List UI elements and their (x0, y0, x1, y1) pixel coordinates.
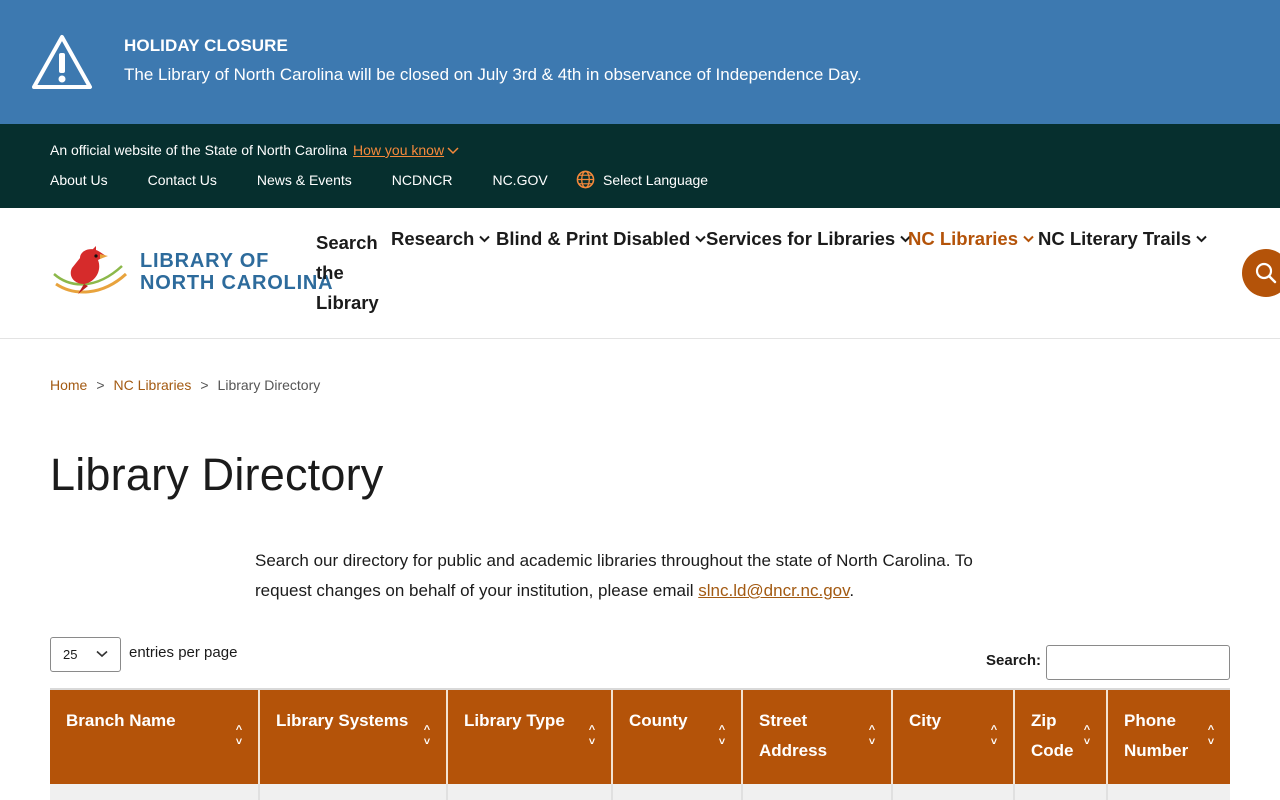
column-label: Phone Number (1124, 711, 1189, 760)
breadcrumb: Home > NC Libraries > Library Directory (50, 377, 320, 393)
entries-label: entries per page (129, 644, 238, 661)
logo-line-1: LIBRARY OF (140, 250, 270, 272)
entries-value: 25 (63, 647, 78, 662)
news-events-link[interactable]: News & Events (257, 172, 352, 188)
logo-text: LIBRARY OF NORTH CAROLINA (140, 250, 333, 294)
chevron-down-icon (1023, 235, 1034, 243)
column-branch-name[interactable]: Branch Name ^ ˅ (50, 690, 260, 784)
globe-icon (576, 170, 595, 189)
table-header-row: Branch Name ^ ˅ Library Systems ^ ˅ Librar… (50, 690, 1230, 784)
column-zip-code[interactable]: Zip Code ^ ˅ (1015, 690, 1108, 784)
entries-per-page-control: 25 entries per page (50, 637, 237, 672)
sort-icon: ^ ˅ (1207, 724, 1215, 748)
column-label: Library Type (464, 711, 565, 730)
nav-nc-libraries[interactable]: NC Libraries (908, 228, 1034, 250)
about-us-link[interactable]: About Us (50, 172, 108, 188)
nav-literary-trails-label: NC Literary Trails (1038, 228, 1192, 249)
table-cell (448, 784, 613, 800)
column-city[interactable]: City ^ ˅ (893, 690, 1015, 784)
table-row (50, 784, 1230, 800)
table-cell (743, 784, 893, 800)
table-search-label: Search: (986, 652, 1042, 669)
intro-text: Search our directory for public and acad… (255, 551, 973, 600)
library-directory-table: Branch Name ^ ˅ Library Systems ^ ˅ Librar… (50, 688, 1230, 800)
nav-services-label: Services for Libraries (706, 228, 896, 249)
sort-icon: ^ ˅ (718, 724, 726, 748)
table-search-input[interactable] (1046, 645, 1230, 680)
site-header: LIBRARY OF NORTH CAROLINA Search the Lib… (0, 208, 1280, 339)
official-site-notice: An official website of the State of Nort… (50, 142, 459, 158)
sort-icon: ^ ˅ (423, 724, 431, 748)
column-street-address[interactable]: Street Address ^ ˅ (743, 690, 893, 784)
ncdncr-link[interactable]: NCDNCR (392, 172, 453, 188)
sort-icon: ^ ˅ (588, 724, 596, 748)
nc-gov-link[interactable]: NC.GOV (492, 172, 547, 188)
column-label: County (629, 711, 688, 730)
table-cell (50, 784, 260, 800)
nav-services-for-libraries[interactable]: Services for Libraries (706, 228, 911, 250)
breadcrumb-nc-libraries[interactable]: NC Libraries (114, 377, 192, 393)
column-phone-number[interactable]: Phone Number ^ ˅ (1108, 690, 1230, 784)
sort-icon: ^ ˅ (868, 724, 876, 748)
column-library-systems[interactable]: Library Systems ^ ˅ (260, 690, 448, 784)
cardinal-logo-icon (53, 246, 128, 294)
search-icon (1255, 262, 1277, 284)
column-label: Branch Name (66, 711, 176, 730)
select-language-label: Select Language (603, 171, 709, 188)
entries-per-page-select[interactable]: 25 (50, 637, 121, 672)
nav-nc-libraries-label: NC Libraries (908, 228, 1019, 249)
nav-blind-label: Blind & Print Disabled (496, 228, 691, 249)
official-site-text: An official website of the State of Nort… (50, 142, 348, 158)
table-cell (1015, 784, 1108, 800)
gov-banner: An official website of the State of Nort… (0, 124, 1280, 208)
nav-research-label: Research (391, 228, 475, 249)
contact-us-link[interactable]: Contact Us (148, 172, 217, 188)
sort-icon: ^ ˅ (235, 724, 243, 748)
column-county[interactable]: County ^ ˅ (613, 690, 743, 784)
nav-nc-literary-trails[interactable]: NC Literary Trails (1038, 228, 1207, 250)
warning-icon (32, 35, 92, 89)
breadcrumb-home[interactable]: Home (50, 377, 87, 393)
holiday-alert-banner: HOLIDAY CLOSURE The Library of North Car… (0, 0, 1280, 124)
table-cell (1108, 784, 1230, 800)
site-search-button[interactable] (1242, 249, 1280, 297)
select-language-button[interactable]: Select Language (576, 170, 708, 189)
logo-line-2: NORTH CAROLINA (140, 272, 334, 294)
breadcrumb-separator: > (96, 377, 105, 393)
page-title: Library Directory (50, 449, 384, 500)
chevron-down-icon (1196, 235, 1207, 243)
site-logo[interactable]: LIBRARY OF NORTH CAROLINA (50, 244, 333, 300)
alert-message: The Library of North Carolina will be cl… (124, 65, 862, 84)
table-cell (260, 784, 448, 800)
gov-utility-links: About Us Contact Us News & Events NCDNCR… (50, 172, 588, 188)
email-link[interactable]: slnc.ld@dncr.nc.gov (698, 581, 849, 600)
table-cell (613, 784, 743, 800)
intro-paragraph: Search our directory for public and acad… (255, 546, 995, 606)
breadcrumb-separator: > (200, 377, 209, 393)
column-label: Zip Code (1031, 711, 1074, 760)
chevron-down-icon (479, 235, 491, 243)
sort-icon: ^ ˅ (990, 724, 998, 748)
column-label: Library Systems (276, 711, 409, 730)
column-label: Street Address (759, 711, 828, 760)
breadcrumb-current: Library Directory (217, 377, 321, 393)
nav-blind-print-disabled[interactable]: Blind & Print Disabled (496, 228, 706, 250)
nav-search-the-library[interactable]: Search the Library (316, 228, 386, 318)
chevron-down-icon[interactable] (447, 147, 459, 155)
table-cell (893, 784, 1015, 800)
column-library-type[interactable]: Library Type ^ ˅ (448, 690, 613, 784)
chevron-down-icon (96, 650, 108, 658)
alert-title: HOLIDAY CLOSURE (124, 36, 288, 55)
nav-research[interactable]: Research (391, 228, 491, 250)
how-you-know-link[interactable]: How you know (353, 142, 444, 158)
chevron-down-icon (695, 235, 706, 243)
column-label: City (909, 711, 942, 730)
intro-end: . (849, 581, 855, 600)
sort-icon: ^ ˅ (1083, 724, 1091, 748)
